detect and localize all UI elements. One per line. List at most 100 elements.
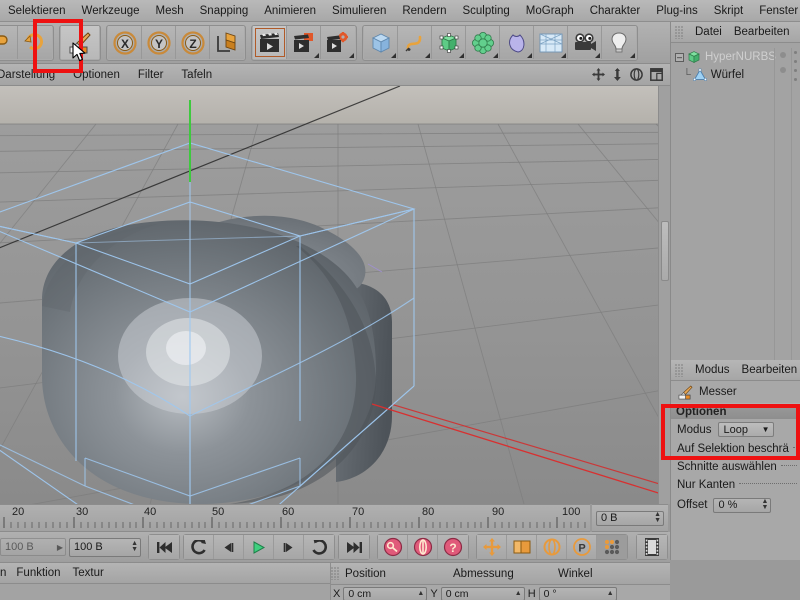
axis-z-button[interactable]: Z: [176, 26, 210, 59]
object-enable-dot[interactable]: [780, 67, 786, 73]
menu-item-charakter[interactable]: Charakter: [582, 5, 649, 17]
flyout-corner-icon: [561, 53, 566, 58]
object-dot: [794, 78, 797, 81]
autokeying-button[interactable]: [408, 535, 438, 559]
timeline-button[interactable]: [637, 535, 667, 559]
attribute-row-auf-selektion[interactable]: Auf Selektion beschrä: [671, 440, 800, 458]
attribute-row-nur-kanten[interactable]: Nur Kanten: [671, 476, 800, 494]
undo-button[interactable]: [0, 26, 18, 59]
panel-grip-icon[interactable]: [675, 25, 684, 39]
size-x-input[interactable]: 0 cm ▲: [440, 587, 525, 600]
object-dot: [794, 60, 797, 63]
key-rotation-button[interactable]: [537, 535, 567, 559]
rotation-h-value: 0 °: [543, 588, 557, 600]
menu-item-werkzeuge[interactable]: Werkzeuge: [74, 5, 148, 17]
expander-icon[interactable]: –: [675, 52, 684, 62]
menu-item-skript[interactable]: Skript: [706, 5, 751, 17]
menu-item-sculpting[interactable]: Sculpting: [454, 5, 517, 17]
menu-item-fenster[interactable]: Fenster: [751, 5, 800, 17]
stepper-icon[interactable]: ▲ ▼: [654, 511, 661, 524]
loop-button[interactable]: [304, 535, 334, 559]
attribute-row-schnitte-auswaehlen[interactable]: Schnitte auswählen: [671, 458, 800, 476]
key-position-button[interactable]: [477, 535, 507, 559]
menu-item-snapping[interactable]: Snapping: [192, 5, 257, 17]
menu-item-mograph[interactable]: MoGraph: [518, 5, 582, 17]
go-to-end-button[interactable]: [339, 535, 369, 559]
viewport-rotate-icon[interactable]: [630, 68, 643, 81]
viewport-maximize-icon[interactable]: [650, 68, 663, 81]
axis-y-icon: Y: [146, 30, 171, 55]
stepper-icon[interactable]: ▲ ▼: [131, 540, 138, 553]
stepper-icon[interactable]: ▲: [515, 590, 522, 597]
array-deformer-button[interactable]: [466, 26, 500, 59]
environment-floor-button[interactable]: [534, 26, 568, 59]
key-scale-button[interactable]: [507, 535, 537, 559]
menu-item-plugins[interactable]: Plug-ins: [648, 5, 706, 17]
play-forward-button[interactable]: [244, 535, 274, 559]
stepper-icon[interactable]: ▲: [417, 590, 424, 597]
go-to-end-icon: [346, 541, 362, 553]
object-manager-menu-bearbeiten[interactable]: Bearbeiten: [728, 26, 796, 38]
rotation-h-input[interactable]: 0 ° ▲: [538, 587, 617, 600]
viewport-menu-darstellung[interactable]: Darstellung: [0, 69, 64, 81]
axis-x-button[interactable]: X: [108, 26, 142, 59]
redo-button[interactable]: [18, 26, 52, 59]
position-x-input[interactable]: 0 cm ▲: [343, 587, 428, 600]
attribute-section-optionen[interactable]: Optionen: [671, 403, 800, 419]
viewport-scrollbar[interactable]: [658, 86, 670, 504]
attribute-menu-bearbeiten[interactable]: Bearbeiten: [736, 364, 800, 376]
world-object-axis-button[interactable]: [210, 26, 244, 59]
stepper-icon[interactable]: ▲ ▼: [762, 498, 769, 511]
panel-grip-icon[interactable]: [331, 567, 340, 580]
go-to-start-button[interactable]: [149, 535, 179, 559]
offset-input[interactable]: 0 % ▲ ▼: [713, 497, 772, 513]
material-menu-funktion[interactable]: Funktion: [10, 567, 66, 579]
knife-tool-button[interactable]: [61, 26, 99, 59]
play-reverse-button[interactable]: [184, 535, 214, 559]
next-frame-button[interactable]: [274, 535, 304, 559]
spline-pen-button[interactable]: [398, 26, 432, 59]
render-view-button[interactable]: [253, 26, 287, 59]
attribute-menu-modus[interactable]: Modus: [689, 364, 736, 376]
menu-item-rendern[interactable]: Rendern: [394, 5, 454, 17]
bend-deformer-button[interactable]: [500, 26, 534, 59]
modus-dropdown[interactable]: Loop ▼: [717, 422, 774, 437]
viewport-dolly-icon[interactable]: [612, 68, 623, 81]
object-manager-scrollbar[interactable]: [791, 48, 800, 360]
object-enable-dot[interactable]: [780, 52, 786, 58]
material-manager-menubar: n Funktion Textur: [0, 563, 330, 584]
previous-frame-button[interactable]: [214, 535, 244, 559]
viewport-scrollbar-thumb[interactable]: [661, 221, 669, 281]
key-pla-button[interactable]: [597, 535, 627, 559]
stepper-icon[interactable]: ▲: [607, 590, 614, 597]
document-length-field[interactable]: 100 B ▲ ▼: [69, 537, 141, 557]
viewport-3d[interactable]: [0, 86, 670, 504]
viewport-move-icon[interactable]: [592, 68, 605, 81]
menu-item-simulieren[interactable]: Simulieren: [324, 5, 394, 17]
object-tree[interactable]: – HyperNURBS └ Würfel: [671, 43, 800, 360]
material-menu-datei[interactable]: n: [0, 567, 10, 579]
key-parameter-button[interactable]: P: [567, 535, 597, 559]
material-list[interactable]: [0, 584, 330, 600]
axis-y-button[interactable]: Y: [142, 26, 176, 59]
material-menu-textur[interactable]: Textur: [67, 567, 110, 579]
preview-range-start-field[interactable]: 100 B ▶: [0, 538, 66, 556]
object-manager-menu-datei[interactable]: Datei: [689, 26, 728, 38]
timeline-ruler[interactable]: 20 30 40 50 60 70 80 90 100: [0, 504, 590, 532]
render-settings-button[interactable]: [321, 26, 355, 59]
menu-item-animieren[interactable]: Animieren: [256, 5, 324, 17]
viewport-menu-filter[interactable]: Filter: [129, 69, 173, 81]
render-region-button[interactable]: [287, 26, 321, 59]
primitive-cube-button[interactable]: [364, 26, 398, 59]
nurbs-generator-button[interactable]: [432, 26, 466, 59]
viewport-menu-tafeln[interactable]: Tafeln: [172, 69, 221, 81]
viewport-menu-optionen[interactable]: Optionen: [64, 69, 129, 81]
menu-item-selektieren[interactable]: Selektieren: [0, 5, 74, 17]
light-button[interactable]: [602, 26, 636, 59]
current-frame-input[interactable]: 0 B ▲ ▼: [596, 510, 664, 526]
panel-grip-icon[interactable]: [675, 363, 684, 377]
keyframe-selection-button[interactable]: ?: [438, 535, 468, 559]
camera-button[interactable]: [568, 26, 602, 59]
record-keyframe-button[interactable]: [378, 535, 408, 559]
menu-item-mesh[interactable]: Mesh: [148, 5, 192, 17]
